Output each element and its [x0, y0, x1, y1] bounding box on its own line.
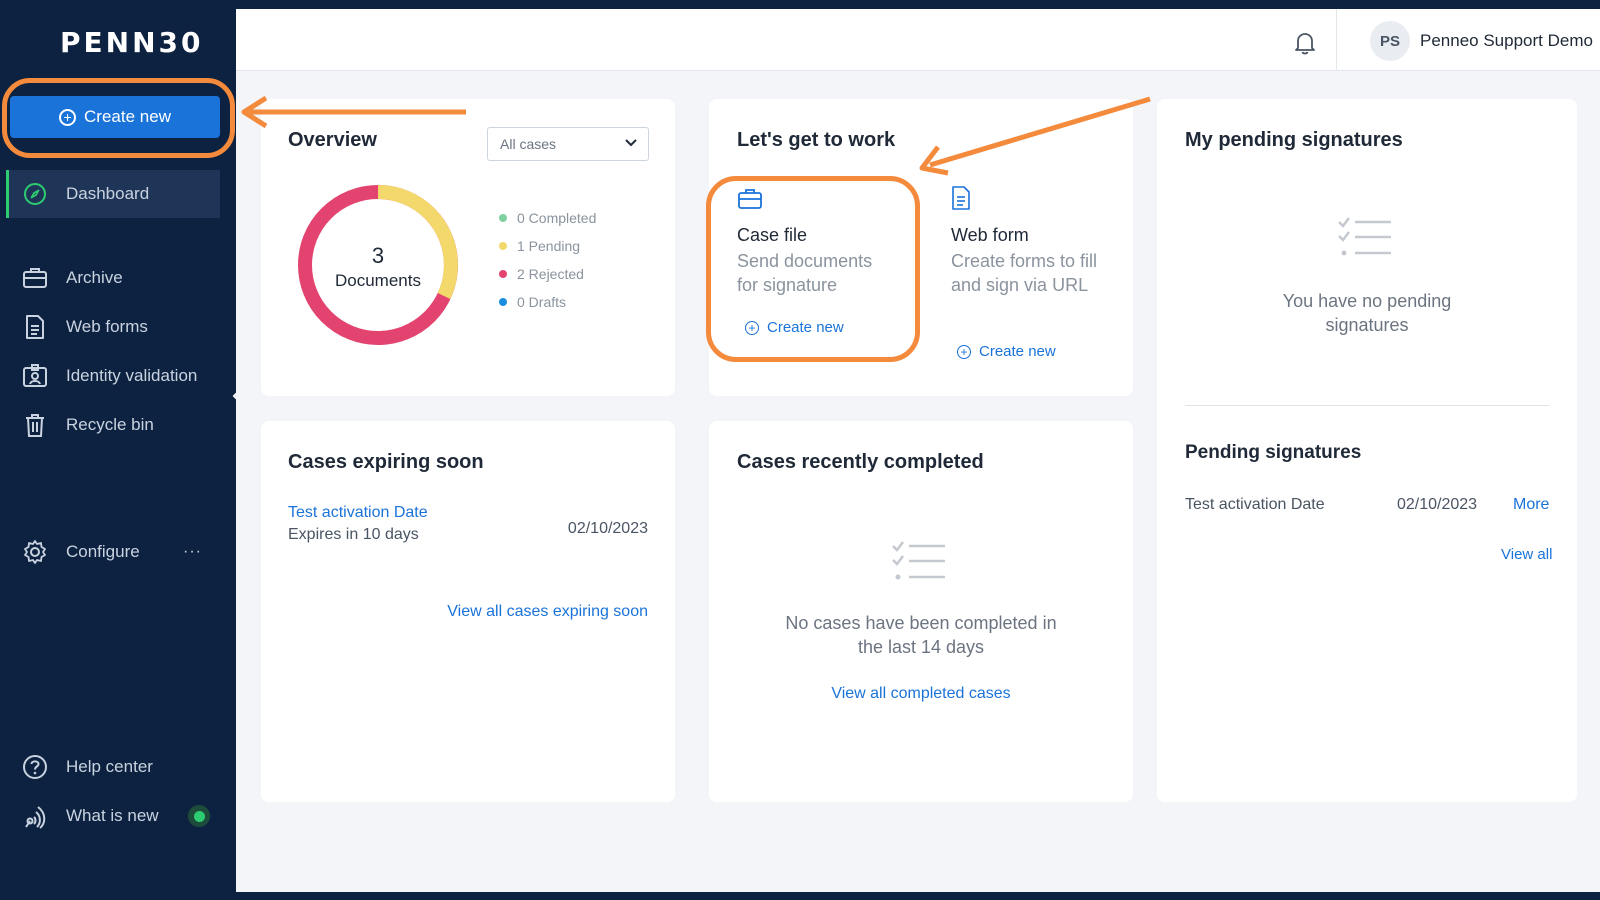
document-icon	[951, 185, 971, 216]
pending-signatures-title: Pending signatures	[1185, 442, 1362, 463]
documents-total: 3	[371, 243, 385, 268]
legend-dot	[499, 270, 507, 278]
header-divider	[1336, 9, 1337, 71]
cases-completed-card: Cases recently completed No cases have b…	[709, 421, 1133, 802]
view-all-completed-link[interactable]: View all completed cases	[709, 685, 1133, 703]
cases-expiring-card: Cases expiring soon Test activation Date…	[261, 421, 675, 802]
legend-completed: 0 Completed	[499, 210, 596, 226]
cases-completed-title: Cases recently completed	[737, 451, 984, 473]
bell-icon[interactable]	[1294, 31, 1316, 60]
sidebar-item-recycle-bin[interactable]: Recycle bin	[6, 401, 220, 449]
compass-icon	[20, 179, 50, 209]
my-pending-signatures-card: My pending signatures You have no pendin…	[1157, 99, 1577, 802]
sidebar-item-label: Configure	[66, 542, 140, 561]
help-circle-icon	[20, 752, 50, 782]
brand-logo: PENN30	[60, 26, 204, 59]
gear-icon	[20, 537, 50, 567]
expiring-case-subtext: Expires in 10 days	[288, 526, 419, 543]
expiring-case-link[interactable]: Test activation Date	[288, 504, 428, 522]
top-frame-strip	[0, 0, 1600, 9]
briefcase-icon	[20, 263, 50, 293]
legend-label: 2 Rejected	[517, 266, 584, 282]
status-dot-icon	[188, 805, 210, 827]
user-name[interactable]: Penneo Support Demo	[1420, 31, 1593, 51]
pending-row-date: 02/10/2023	[1397, 496, 1478, 513]
more-options-icon[interactable]: ···	[183, 543, 202, 561]
case-filter-value: All cases	[500, 136, 557, 152]
web-form-create-link[interactable]: + Create new	[957, 343, 1056, 360]
legend-pending: 1 Pending	[499, 238, 580, 254]
top-header: PS Penneo Support Demo	[236, 9, 1600, 71]
no-pending-message: You have no pending signatures	[1282, 291, 1452, 335]
sidebar-item-label: Recycle bin	[66, 415, 154, 434]
checklist-icon	[891, 539, 947, 588]
avatar[interactable]: PS	[1370, 21, 1410, 61]
expiring-case-date: 02/10/2023	[567, 520, 648, 537]
sidebar-item-dashboard[interactable]: Dashboard	[6, 170, 220, 218]
view-all-expiring-link[interactable]: View all cases expiring soon	[447, 603, 648, 621]
pending-row-name: Test activation Date	[1185, 496, 1325, 513]
sidebar-item-web-forms[interactable]: Web forms	[6, 303, 220, 351]
section-divider	[1185, 405, 1549, 406]
sidebar-item-label: Identity validation	[66, 366, 198, 385]
documents-label: Documents	[335, 271, 421, 290]
bottom-frame-strip	[0, 892, 1600, 900]
sidebar-item-help-center[interactable]: Help center	[6, 743, 220, 791]
sidebar-item-label: Dashboard	[66, 184, 150, 203]
legend-dot	[499, 298, 507, 306]
overview-title: Overview	[288, 129, 377, 151]
annotation-highlight-case-file	[706, 176, 920, 362]
legend-label: 1 Pending	[517, 238, 581, 254]
document-icon	[20, 312, 50, 342]
main-area: PS Penneo Support Demo Overview All case…	[236, 9, 1600, 892]
sidebar-item-whats-new[interactable]: What is new	[6, 792, 220, 840]
sidebar-item-configure[interactable]: Configure ···	[6, 528, 220, 576]
sidebar-item-label: Web forms	[66, 317, 148, 336]
pending-row-more-link[interactable]: More	[1513, 496, 1549, 514]
web-form-create-label: Create new	[979, 343, 1056, 360]
web-form-description: Create forms to fill and sign via URL	[951, 251, 1098, 295]
sidebar-item-label: What is new	[66, 806, 159, 825]
sidebar-item-archive[interactable]: Archive	[6, 254, 220, 302]
no-completed-message: No cases have been completed in the last…	[785, 613, 1057, 657]
id-badge-icon	[20, 361, 50, 391]
broadcast-icon	[20, 801, 50, 831]
legend-label: 0 Drafts	[517, 294, 567, 310]
sidebar-item-identity-validation[interactable]: Identity validation	[6, 352, 220, 400]
annotation-highlight-create-new	[2, 78, 235, 158]
legend-dot	[499, 214, 507, 222]
my-pending-title: My pending signatures	[1185, 129, 1403, 151]
sidebar-item-label: Archive	[66, 268, 123, 287]
cases-expiring-title: Cases expiring soon	[288, 451, 484, 473]
chevron-down-icon	[625, 139, 637, 147]
trash-icon	[20, 410, 50, 440]
view-all-pending-link[interactable]: View all	[1501, 546, 1552, 563]
case-filter-select[interactable]: All cases	[487, 127, 649, 161]
checklist-icon	[1337, 215, 1393, 264]
plus-circle-icon: +	[957, 344, 971, 359]
web-form-title: Web form	[951, 225, 1029, 245]
legend-drafts: 0 Drafts	[499, 294, 566, 310]
overview-card: Overview All cases 3 Documents 0 Complet…	[261, 99, 675, 396]
legend-dot	[499, 242, 507, 250]
legend-rejected: 2 Rejected	[499, 266, 584, 282]
get-to-work-title: Let's get to work	[737, 129, 896, 151]
legend-label: 0 Completed	[517, 210, 597, 226]
sidebar-item-label: Help center	[66, 757, 153, 776]
